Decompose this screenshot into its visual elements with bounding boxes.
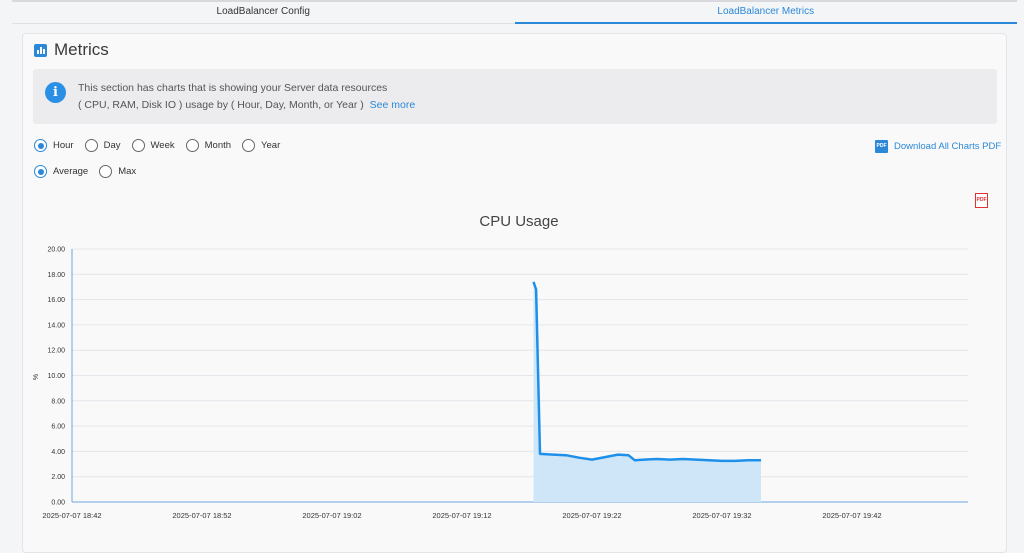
y-tick-label: 14.00 (47, 322, 65, 329)
y-tick-label: 2.00 (51, 474, 65, 481)
chart-title: CPU Usage (479, 213, 558, 230)
x-tick-label: 2025-07-07 18:52 (172, 511, 231, 520)
x-tick-label: 2025-07-07 19:42 (822, 511, 881, 520)
series-line (532, 281, 761, 463)
y-tick-label: 16.00 (47, 297, 65, 304)
y-tick-label: 6.00 (51, 424, 65, 431)
chart-grid (72, 248, 968, 478)
y-tick-label: 0.00 (51, 500, 65, 507)
x-tick-label: 2025-07-07 18:42 (42, 511, 101, 520)
x-tick-label: 2025-07-07 19:12 (432, 511, 491, 520)
y-tick-label: 18.00 (47, 272, 65, 279)
x-tick-label: 2025-07-07 19:32 (692, 511, 751, 520)
x-tick-label: 2025-07-07 19:02 (302, 511, 361, 520)
y-axis-label: % (33, 374, 40, 380)
y-tick-label: 12.00 (47, 348, 65, 355)
x-axis-ticks: 2025-07-07 18:42 2025-07-07 18:52 2025-07-… (42, 511, 881, 520)
y-tick-label: 8.00 (51, 398, 65, 405)
y-tick-label: 4.00 (51, 449, 65, 456)
x-tick-label: 2025-07-07 19:22 (562, 511, 621, 520)
y-tick-label: 20.00 (47, 247, 65, 254)
y-tick-label: 10.00 (47, 373, 65, 380)
cpu-usage-chart: CPU Usage % 0.00 2.00 4.00 6.00 8.00 10.00 12.… (33, 213, 968, 520)
series-area-fill (533, 281, 761, 502)
y-axis-ticks: 0.00 2.00 4.00 6.00 8.00 10.00 12.00 14.00 16.00… (47, 247, 65, 507)
